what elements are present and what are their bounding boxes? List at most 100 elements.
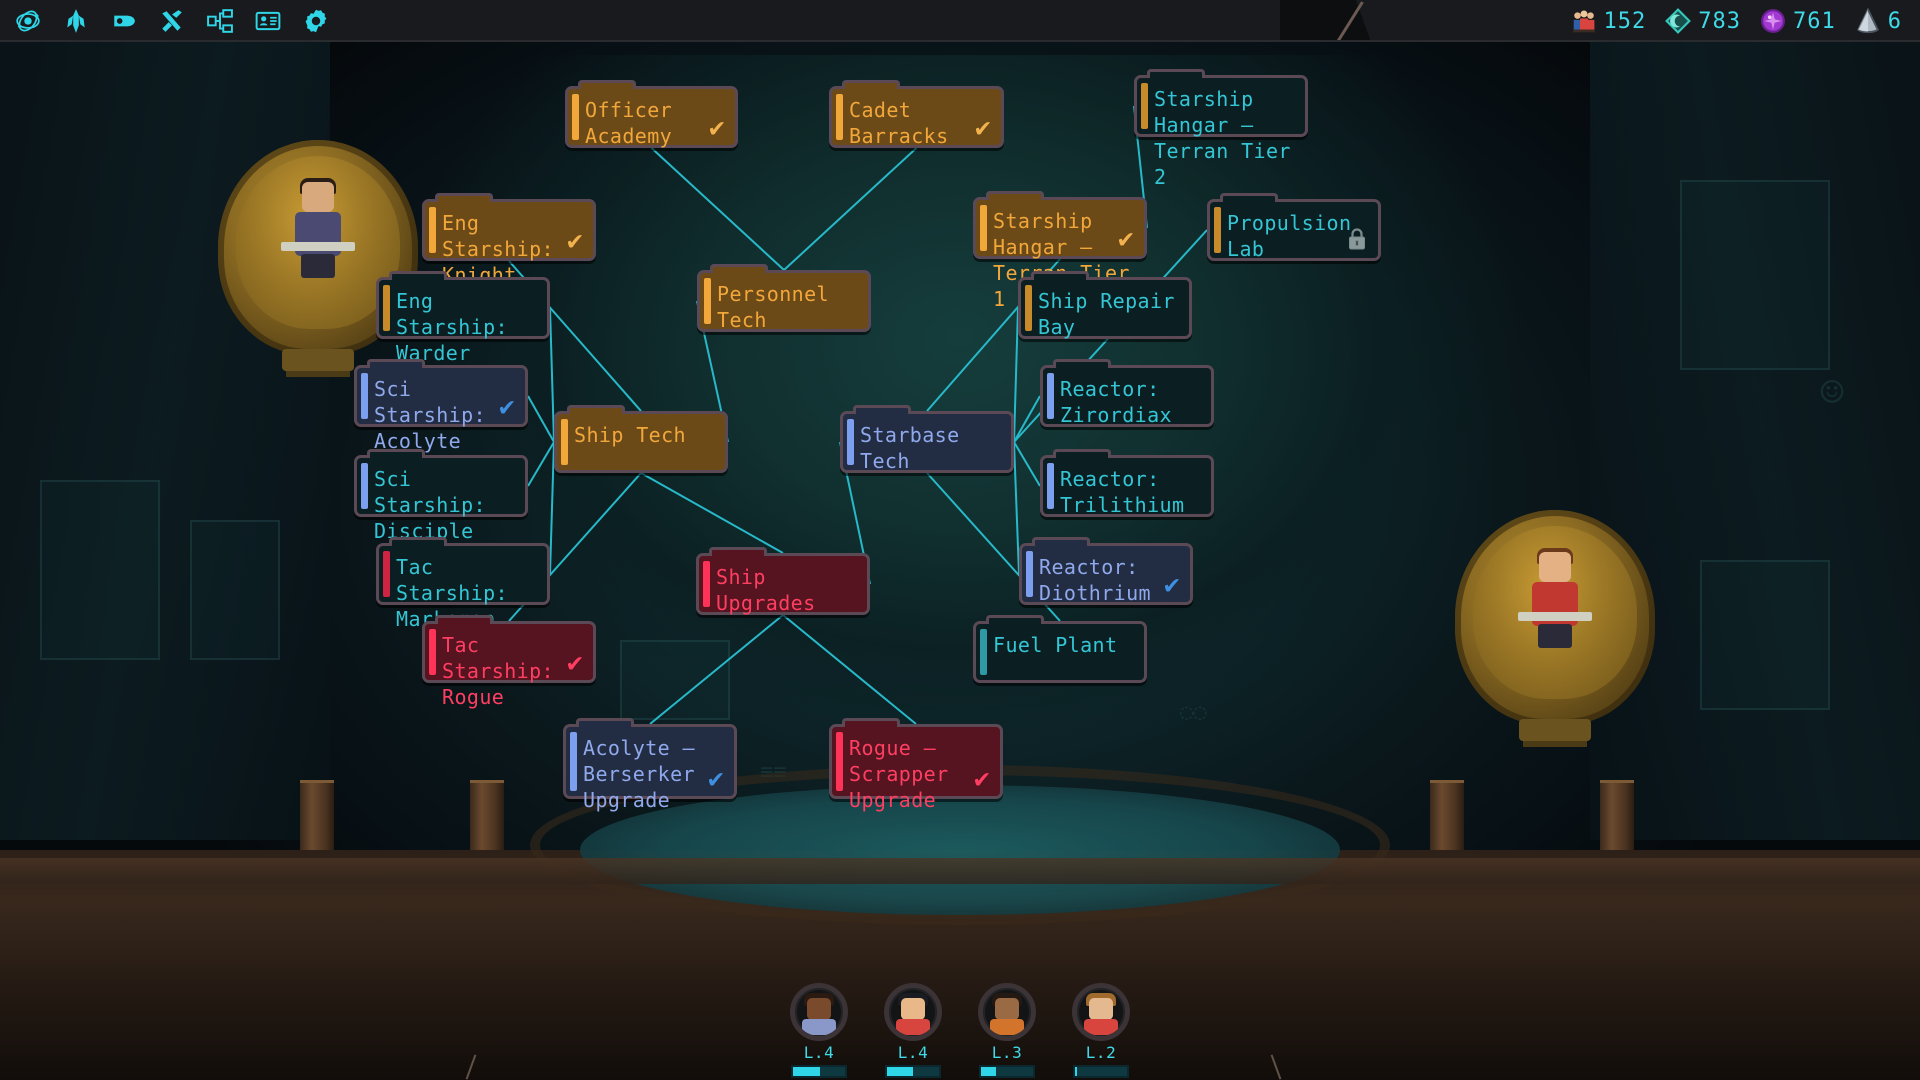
researched-check-icon: ✔: [1163, 570, 1180, 600]
tech-node-label: Acolyte – Berserker Upgrade: [583, 736, 695, 812]
tech-node-acolyte-berserker[interactable]: Acolyte – Berserker Upgrade ✔: [563, 718, 737, 812]
tech-node-eng-starship-warder[interactable]: Eng Starship: Warder: [376, 271, 550, 365]
tech-node-label: Personnel Tech: [717, 282, 829, 332]
tech-node-sci-starship-disciple[interactable]: Sci Starship: Disciple: [354, 449, 528, 543]
tech-node-reactor-trilithium[interactable]: Reactor: Trilithium: [1040, 449, 1214, 517]
tech-node-label: Ship Upgrades: [716, 565, 816, 615]
settings-icon[interactable]: [302, 7, 330, 35]
tech-node-label: Cadet Barracks: [849, 98, 949, 148]
node-accent-bar: [383, 285, 390, 331]
tech-node-label: Reactor: Trilithium: [1060, 467, 1185, 517]
tech-link: [782, 614, 917, 725]
tech-node-officer-academy[interactable]: Officer Academy ✔: [565, 80, 738, 148]
crew-roster-icon[interactable]: [254, 7, 282, 35]
tech-link: [640, 472, 784, 554]
tech-node-sci-starship-acolyte[interactable]: Sci Starship: Acolyte ✔: [354, 359, 528, 453]
tech-tree-screen: ☺ ≡≡ ◌◌ 152 783 761 6 Officer Academy ✔ …: [0, 0, 1920, 1080]
node-accent-bar: [980, 629, 987, 675]
node-tab: [986, 615, 1044, 624]
tech-link: [527, 395, 555, 443]
researched-check-icon: ✔: [708, 113, 725, 143]
credits-resource-value: 783: [1698, 8, 1741, 34]
node-accent-bar: [1025, 285, 1032, 331]
tech-node-fuel-plant[interactable]: Fuel Plant: [973, 615, 1147, 683]
tech-node-ship-upgrades[interactable]: Ship Upgrades: [696, 547, 870, 615]
crew-slot-1[interactable]: L.4: [788, 983, 850, 1078]
crew-portrait[interactable]: [790, 983, 848, 1041]
tech-node-label: Tac Starship: Rogue: [442, 633, 554, 709]
node-accent-bar: [836, 94, 843, 140]
tech-tree-icon[interactable]: [206, 7, 234, 35]
tech-node-label: Starship Hangar – Terran Tier 2: [1154, 87, 1291, 189]
research-resource: 761: [1760, 8, 1836, 34]
tech-node-eng-starship-knight[interactable]: Eng Starship: Knight ✔: [422, 193, 596, 287]
shuttle-icon[interactable]: [110, 7, 138, 35]
researched-check-icon: ✔: [973, 764, 990, 794]
population-resource: 152: [1571, 8, 1647, 34]
researched-check-icon: ✔: [707, 764, 724, 794]
tech-link: [783, 147, 918, 271]
population-resource-value: 152: [1603, 8, 1647, 34]
crew-level-label: L.4: [803, 1043, 835, 1062]
researched-check-icon: ✔: [498, 392, 515, 422]
tech-node-reactor-diothrium[interactable]: Reactor: Diothrium ✔: [1019, 537, 1193, 605]
node-accent-bar: [847, 419, 854, 465]
purple-orb-icon: [1760, 8, 1786, 34]
crew-slot-3[interactable]: L.3: [976, 983, 1038, 1078]
node-accent-bar: [570, 732, 577, 791]
tech-tree-canvas[interactable]: Officer Academy ✔ Cadet Barracks ✔ Starship …: [0, 0, 1920, 1080]
tech-node-ship-tech[interactable]: Ship Tech: [554, 405, 728, 473]
tech-node-cadet-barracks[interactable]: Cadet Barracks ✔: [829, 80, 1004, 148]
node-tab: [367, 359, 425, 368]
node-tab: [578, 80, 636, 89]
tech-node-ship-repair-bay[interactable]: Ship Repair Bay: [1018, 271, 1192, 339]
tech-node-personnel-tech[interactable]: Personnel Tech: [697, 264, 871, 332]
researched-check-icon: ✔: [566, 226, 583, 256]
tech-node-reactor-zirordiax[interactable]: Reactor: Zirordiax: [1040, 359, 1214, 427]
tech-node-starbase-tech[interactable]: Starbase Tech: [840, 405, 1014, 473]
node-accent-bar: [1141, 83, 1148, 129]
tech-node-tac-starship-marksman[interactable]: Tac Starship: Marksman: [376, 537, 550, 631]
node-accent-bar: [836, 732, 843, 791]
lock-icon: [1348, 228, 1366, 250]
node-tab: [389, 271, 447, 280]
node-tab: [1053, 449, 1111, 458]
crew-slot-4[interactable]: L.2: [1070, 983, 1132, 1078]
crew-xp-bar: [1073, 1065, 1129, 1078]
gray-crystal-icon: [1855, 7, 1881, 34]
node-accent-bar: [361, 463, 368, 509]
node-tab: [842, 80, 900, 89]
tech-node-propulsion-lab[interactable]: Propulsion Lab: [1207, 193, 1381, 261]
crew-level-label: L.3: [991, 1043, 1023, 1062]
tech-node-rogue-scrapper[interactable]: Rogue – Scrapper Upgrade ✔: [829, 718, 1003, 812]
researched-check-icon: ✔: [1117, 224, 1134, 254]
crew-portrait[interactable]: [1072, 983, 1130, 1041]
crew-portrait[interactable]: [884, 983, 942, 1041]
tech-node-label: Rogue – Scrapper Upgrade: [849, 736, 949, 812]
crew-face: [896, 992, 930, 1035]
node-tab: [435, 193, 493, 202]
minerals-resource-value: 6: [1887, 8, 1902, 34]
node-tab: [576, 718, 634, 727]
tech-link: [1013, 441, 1041, 487]
node-accent-bar: [572, 94, 579, 140]
starship-icon[interactable]: [62, 7, 90, 35]
node-accent-bar: [1214, 207, 1221, 253]
node-accent-bar: [561, 419, 568, 465]
crew-level-label: L.2: [1085, 1043, 1117, 1062]
crew-population-icon: [1571, 8, 1597, 34]
minerals-resource: 6: [1855, 7, 1902, 34]
crew-portrait[interactable]: [978, 983, 1036, 1041]
research-resource-value: 761: [1793, 8, 1836, 34]
node-tab: [1053, 359, 1111, 368]
crew-portrait-bar: L.4 L.4 L.3 L.2: [788, 983, 1132, 1078]
galaxy-map-icon[interactable]: [14, 7, 42, 35]
node-tab: [567, 405, 625, 414]
node-accent-bar: [361, 373, 368, 419]
build-tools-icon[interactable]: [158, 7, 186, 35]
tech-node-tac-starship-rogue[interactable]: Tac Starship: Rogue ✔: [422, 615, 596, 709]
tech-node-starship-hangar-t2[interactable]: Starship Hangar – Terran Tier 2: [1134, 69, 1308, 189]
crew-slot-2[interactable]: L.4: [882, 983, 944, 1078]
tech-node-starship-hangar-t1[interactable]: Starship Hangar – Terran Tier 1✔: [973, 191, 1147, 311]
tech-node-label: Ship Tech: [574, 423, 686, 447]
